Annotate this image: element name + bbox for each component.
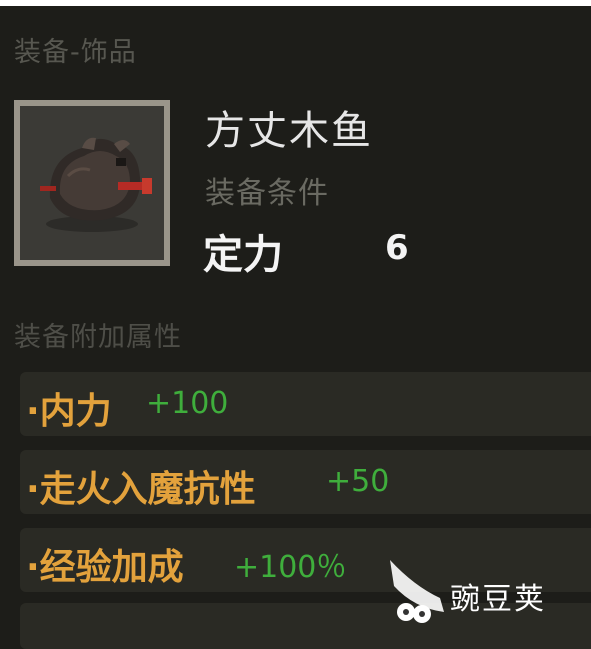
wooden-fish-icon: [40, 137, 152, 232]
attributes-title: 装备附加属性: [14, 322, 182, 353]
attribute-value: +100: [146, 386, 229, 421]
section-title: 装备-饰品: [14, 37, 137, 68]
attribute-name: ·经验加成: [26, 547, 184, 588]
item-name: 方丈木鱼: [205, 108, 373, 154]
requirement-value: 6: [385, 228, 409, 268]
attribute-name: ·内力: [26, 391, 112, 432]
attribute-row: ·走火入魔抗性 +50: [20, 450, 591, 514]
requirement-label: 装备条件: [205, 176, 329, 211]
item-icon-background: [20, 106, 164, 260]
requirement-stat: 定力: [203, 232, 283, 278]
item-slot[interactable]: [14, 100, 170, 266]
watermark-text: 豌豆荚: [450, 582, 546, 617]
attribute-value: +100％: [234, 550, 347, 585]
attribute-name: ·走火入魔抗性: [26, 469, 256, 510]
attribute-value: +50: [326, 464, 390, 499]
top-border: [0, 0, 591, 6]
attribute-row: ·内力 +100: [20, 372, 591, 436]
